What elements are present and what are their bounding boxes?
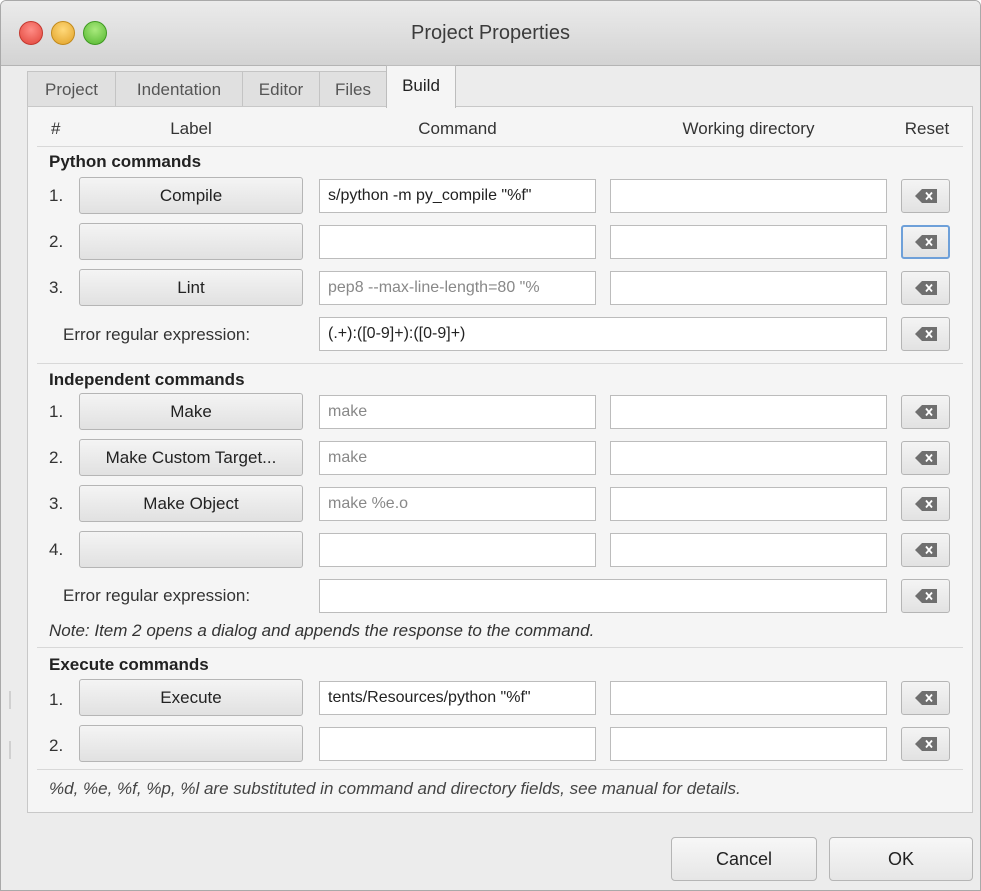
python-label-button-3[interactable]: Lint	[79, 269, 303, 306]
python-directory-field-2[interactable]	[610, 225, 887, 259]
tab-build[interactable]: Build	[386, 65, 456, 108]
python-directory-field-3[interactable]	[610, 271, 887, 305]
column-header-command: Command	[418, 119, 497, 138]
independent-reset-button-4[interactable]	[901, 533, 950, 567]
execute-command-field-2[interactable]	[319, 727, 596, 761]
independent-command-field-1[interactable]: make	[319, 395, 596, 429]
execute-directory-field-2[interactable]	[610, 727, 887, 761]
python-reset-button-3[interactable]	[901, 271, 950, 305]
window-edge-grip	[9, 691, 11, 709]
independent-commands-heading: Independent commands	[49, 370, 245, 389]
tab-indentation[interactable]: Indentation	[115, 71, 243, 107]
substitution-note: %d, %e, %f, %p, %l are substituted in co…	[49, 779, 741, 798]
independent-directory-field-2[interactable]	[610, 441, 887, 475]
python-commands-heading: Python commands	[49, 152, 202, 171]
independent-command-field-3[interactable]: make %e.o	[319, 487, 596, 521]
python-command-field-1[interactable]: s/python -m py_compile "%f"	[319, 179, 596, 213]
title-bar[interactable]: Project Properties	[1, 1, 980, 66]
execute-command-field-1[interactable]: tents/Resources/python "%f"	[319, 681, 596, 715]
independent-command-field-4[interactable]	[319, 533, 596, 567]
clear-backspace-icon	[914, 327, 937, 341]
independent-reset-button-3[interactable]	[901, 487, 950, 521]
python-label-button-2[interactable]	[79, 223, 303, 260]
window-edge-grip	[9, 741, 11, 759]
section-divider	[37, 647, 963, 648]
execute-label-button-2[interactable]	[79, 725, 303, 762]
python-label-button-1[interactable]: Compile	[79, 177, 303, 214]
row-number: 2.	[49, 448, 64, 467]
clear-backspace-icon	[914, 235, 937, 249]
independent-error-regex-field[interactable]	[319, 579, 887, 613]
column-header-number: #	[51, 119, 61, 138]
clear-backspace-icon	[914, 497, 937, 511]
row-number: 3.	[49, 494, 64, 513]
independent-command-field-2[interactable]: make	[319, 441, 596, 475]
row-number: 2.	[49, 232, 64, 251]
column-header-label: Label	[170, 119, 212, 138]
clear-backspace-icon	[914, 405, 937, 419]
independent-reset-button-2[interactable]	[901, 441, 950, 475]
clear-backspace-icon	[914, 281, 937, 295]
tab-editor[interactable]: Editor	[242, 71, 320, 107]
row-number: 1.	[49, 402, 64, 421]
clear-backspace-icon	[914, 589, 937, 603]
tab-files[interactable]: Files	[319, 71, 387, 107]
python-directory-field-1[interactable]	[610, 179, 887, 213]
independent-error-regex-label: Error regular expression:	[63, 586, 251, 605]
clear-backspace-icon	[914, 189, 937, 203]
column-header-working-directory: Working directory	[682, 119, 815, 138]
execute-commands-heading: Execute commands	[49, 655, 209, 674]
python-reset-button-2[interactable]	[901, 225, 950, 259]
independent-label-button-4[interactable]	[79, 531, 303, 568]
header-divider	[37, 146, 963, 147]
python-error-regex-label: Error regular expression:	[63, 325, 251, 344]
section-divider	[37, 363, 963, 364]
independent-label-button-3[interactable]: Make Object	[79, 485, 303, 522]
independent-error-regex-reset-button[interactable]	[901, 579, 950, 613]
independent-directory-field-4[interactable]	[610, 533, 887, 567]
row-number: 2.	[49, 736, 64, 755]
cancel-button[interactable]: Cancel	[671, 837, 817, 881]
ok-button[interactable]: OK	[829, 837, 973, 881]
independent-reset-button-1[interactable]	[901, 395, 950, 429]
execute-label-button-1[interactable]: Execute	[79, 679, 303, 716]
execute-reset-button-1[interactable]	[901, 681, 950, 715]
row-number: 1.	[49, 186, 64, 205]
clear-backspace-icon	[914, 737, 937, 751]
clear-backspace-icon	[914, 691, 937, 705]
row-number: 3.	[49, 278, 64, 297]
python-error-regex-field[interactable]: (.+):([0-9]+):([0-9]+)	[319, 317, 887, 351]
independent-commands-note: Note: Item 2 opens a dialog and appends …	[49, 621, 595, 640]
execute-reset-button-2[interactable]	[901, 727, 950, 761]
independent-label-button-1[interactable]: Make	[79, 393, 303, 430]
tab-project[interactable]: Project	[27, 71, 116, 107]
row-number: 4.	[49, 540, 64, 559]
independent-label-button-2[interactable]: Make Custom Target...	[79, 439, 303, 476]
python-command-field-2[interactable]	[319, 225, 596, 259]
window-title: Project Properties	[411, 22, 570, 44]
python-command-field-3[interactable]: pep8 --max-line-length=80 "%	[319, 271, 596, 305]
independent-directory-field-1[interactable]	[610, 395, 887, 429]
execute-directory-field-1[interactable]	[610, 681, 887, 715]
python-error-regex-reset-button[interactable]	[901, 317, 950, 351]
project-properties-window: Project Properties Project Indentation E…	[0, 0, 981, 891]
clear-backspace-icon	[914, 451, 937, 465]
row-number: 1.	[49, 690, 64, 709]
section-divider	[37, 769, 963, 770]
independent-directory-field-3[interactable]	[610, 487, 887, 521]
clear-backspace-icon	[914, 543, 937, 557]
python-reset-button-1[interactable]	[901, 179, 950, 213]
column-header-reset: Reset	[904, 119, 950, 138]
